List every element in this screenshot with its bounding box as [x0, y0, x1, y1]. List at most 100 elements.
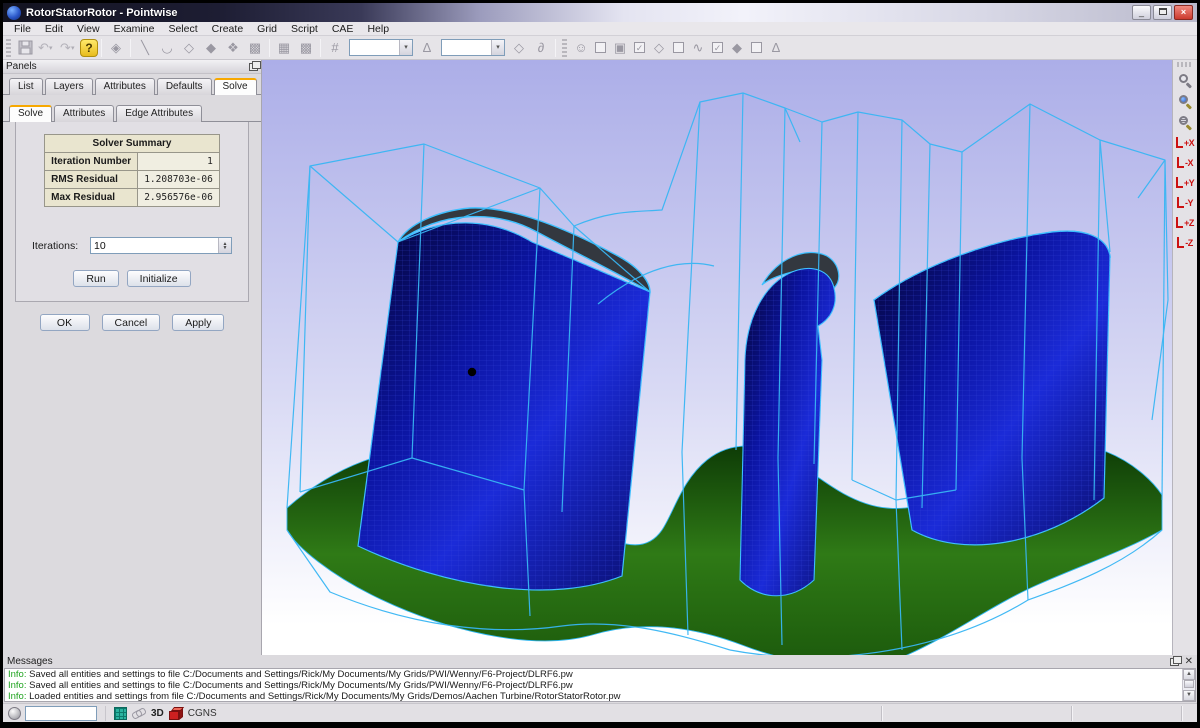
dimension-combo-arrow-icon[interactable]: ▾	[399, 40, 412, 55]
create-curve-icon[interactable]: ◡	[157, 38, 177, 58]
messages-float-icon[interactable]	[1170, 658, 1179, 666]
menu-create[interactable]: Create	[205, 22, 251, 36]
apply-button[interactable]: Apply	[172, 314, 224, 331]
help-icon[interactable]: ?	[80, 39, 98, 57]
boundary-condition-icon[interactable]: ∂	[531, 38, 551, 58]
cancel-button[interactable]: Cancel	[102, 314, 161, 331]
save-icon[interactable]	[15, 38, 35, 58]
scroll-down-icon[interactable]: ▼	[1183, 690, 1195, 701]
iterations-label: Iterations:	[32, 240, 90, 252]
max-residual-label: Max Residual	[45, 189, 138, 207]
view-plus-z-button[interactable]: +Z	[1174, 213, 1196, 232]
menu-examine[interactable]: Examine	[107, 22, 162, 36]
spacings-visibility-checkbox[interactable]	[751, 42, 762, 53]
solve-domain-icon[interactable]: ◇	[509, 38, 529, 58]
menu-script[interactable]: Script	[284, 22, 325, 36]
create-block-icon[interactable]: ▩	[245, 38, 265, 58]
toolbar-drag-handle[interactable]	[562, 39, 567, 57]
connectors-visibility-checkbox[interactable]: ✓	[712, 42, 723, 53]
show-blocks-icon[interactable]: ▣	[610, 38, 630, 58]
resize-grip[interactable]	[1181, 706, 1197, 721]
menu-select[interactable]: Select	[161, 22, 204, 36]
spacing-combo-arrow-icon[interactable]: ▾	[491, 40, 504, 55]
spacing-combo[interactable]: ▾	[441, 39, 505, 56]
redo-dropdown-icon[interactable]: ▾	[71, 44, 78, 52]
view-minus-x-button[interactable]: -X	[1174, 153, 1196, 172]
title-bar[interactable]: RotorStatorRotor - Pointwise _ ×	[3, 3, 1197, 22]
initialize-button[interactable]: Initialize	[127, 270, 191, 287]
subtab-edge-attributes[interactable]: Edge Attributes	[116, 105, 202, 122]
run-button[interactable]: Run	[73, 270, 118, 287]
show-sources-icon[interactable]: Δ	[766, 38, 786, 58]
dimension-icon[interactable]: #	[325, 38, 345, 58]
blade-left	[358, 208, 650, 590]
menu-help[interactable]: Help	[360, 22, 396, 36]
blocks-visibility-checkbox[interactable]: ✓	[634, 42, 645, 53]
view-minus-z-button[interactable]: -Z	[1174, 233, 1196, 252]
database-visibility-checkbox[interactable]	[595, 42, 606, 53]
close-button[interactable]: ×	[1174, 5, 1193, 20]
zoom-previous-icon[interactable]	[1175, 70, 1196, 90]
show-spacings-icon[interactable]: ◆	[727, 38, 747, 58]
tab-attributes[interactable]: Attributes	[95, 78, 155, 95]
tab-solve[interactable]: Solve	[214, 78, 257, 95]
toolbar-separator	[130, 39, 131, 57]
messages-log[interactable]: Info: Saved all entities and settings to…	[4, 668, 1196, 702]
unstructured-grid-icon[interactable]: ▩	[296, 38, 316, 58]
undo-icon[interactable]: ↶▾	[37, 38, 57, 58]
show-database-icon[interactable]: ☺	[571, 38, 591, 58]
menu-view[interactable]: View	[70, 22, 107, 36]
toolbar-drag-handle[interactable]	[6, 39, 11, 57]
messages-scrollbar[interactable]: ▲ ▼	[1182, 669, 1195, 701]
create-connector-icon[interactable]: ╲	[135, 38, 155, 58]
panels-header[interactable]: Panels	[3, 60, 261, 74]
minimize-button[interactable]: _	[1132, 5, 1151, 20]
menu-file[interactable]: File	[7, 22, 38, 36]
undo-dropdown-icon[interactable]: ▾	[49, 44, 56, 52]
iterations-spinner[interactable]: 10 ▲▼	[90, 237, 232, 254]
subtab-attributes[interactable]: Attributes	[54, 105, 114, 122]
command-input[interactable]	[25, 706, 97, 721]
subtab-solve[interactable]: Solve	[9, 105, 52, 122]
log-text: Saved all entities and settings to file …	[27, 669, 573, 680]
point-entity[interactable]	[468, 368, 476, 376]
axis-label: +Y	[1184, 178, 1194, 188]
show-connectors-icon[interactable]: ∿	[688, 38, 708, 58]
3d-viewport[interactable]	[262, 60, 1172, 655]
dimension-combo[interactable]: ▾	[349, 39, 413, 56]
redo-icon[interactable]: ↷▾	[59, 38, 79, 58]
create-structured-domain-icon[interactable]: ◆	[201, 38, 221, 58]
menu-edit[interactable]: Edit	[38, 22, 70, 36]
tab-list[interactable]: List	[9, 78, 43, 95]
messages-close-icon[interactable]: ✕	[1185, 656, 1193, 667]
restore-button[interactable]	[1153, 5, 1172, 20]
tab-layers[interactable]: Layers	[45, 78, 93, 95]
extrude-icon[interactable]: ❖	[223, 38, 243, 58]
zoom-to-fit-icon[interactable]	[1175, 91, 1196, 111]
zoom-to-selection-icon[interactable]	[1175, 112, 1196, 132]
domains-visibility-checkbox[interactable]	[673, 42, 684, 53]
scroll-up-icon[interactable]: ▲	[1183, 669, 1195, 680]
structured-grid-icon[interactable]: ▦	[274, 38, 294, 58]
panel-float-icon[interactable]	[249, 63, 258, 71]
show-domains-icon[interactable]: ◇	[649, 38, 669, 58]
layers-stack-icon[interactable]: ◈	[106, 38, 126, 58]
ok-button[interactable]: OK	[40, 314, 90, 331]
view-toolbar-drag-handle[interactable]	[1177, 62, 1193, 67]
view-minus-y-button[interactable]: -Y	[1174, 193, 1196, 212]
tab-defaults[interactable]: Defaults	[157, 78, 212, 95]
panels-sidebar: Panels List Layers Attributes Defaults S…	[3, 60, 262, 655]
link-icon[interactable]	[132, 708, 146, 718]
spacing-icon[interactable]: Δ	[417, 38, 437, 58]
menu-cae[interactable]: CAE	[325, 22, 361, 36]
view-plus-x-button[interactable]: +X	[1174, 133, 1196, 152]
menu-grid[interactable]: Grid	[250, 22, 284, 36]
messages-header[interactable]: Messages ✕	[3, 655, 1197, 668]
max-residual-value: 2.956576e-06	[138, 189, 220, 207]
mesh-mode-icon[interactable]	[114, 707, 127, 720]
create-domain-icon[interactable]: ◇	[179, 38, 199, 58]
view-plus-y-button[interactable]: +Y	[1174, 173, 1196, 192]
iterations-spin-buttons[interactable]: ▲▼	[218, 238, 231, 253]
scrollbar-thumb[interactable]	[1184, 680, 1194, 688]
status-bar: 3D CGNS	[3, 703, 1197, 722]
